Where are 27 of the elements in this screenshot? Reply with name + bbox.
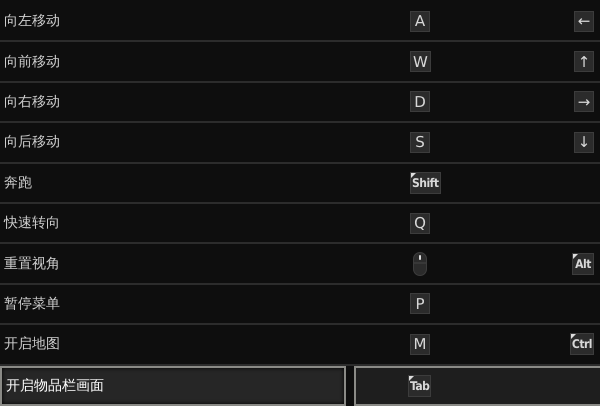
key-cap: A <box>410 10 430 32</box>
action-label[interactable]: 向左移动 <box>0 2 346 40</box>
action-label[interactable]: 快速转向 <box>0 204 346 242</box>
action-label[interactable]: 暂停菜单 <box>0 284 346 324</box>
action-label[interactable]: 重置视角 <box>0 244 346 283</box>
key-cap: ↓ <box>574 132 594 153</box>
key-cap: Alt <box>572 252 594 275</box>
key-cap: Shift <box>410 172 441 194</box>
key-cap: P <box>410 293 430 314</box>
action-label[interactable]: 向前移动 <box>0 42 346 81</box>
action-label[interactable]: 奔跑 <box>0 164 346 202</box>
key-cap: → <box>574 91 594 112</box>
key-cap: Q <box>410 212 430 234</box>
key-cap: S <box>410 132 430 153</box>
mouse-icon <box>413 252 427 276</box>
binding-slot[interactable]: Tab <box>354 366 600 406</box>
key-cap: D <box>410 91 430 112</box>
action-label[interactable]: 向后移动 <box>0 123 346 162</box>
key-cap: ← <box>574 10 594 32</box>
key-cap: W <box>410 51 431 72</box>
key-cap: Ctrl <box>570 333 594 356</box>
key-cap: Tab <box>408 374 432 397</box>
key-cap: M <box>410 334 430 355</box>
action-label[interactable]: 向右移动 <box>0 82 346 122</box>
key-cap: ↑ <box>574 51 594 72</box>
action-label[interactable]: 开启物品栏画面 <box>0 366 346 406</box>
action-label[interactable]: 开启地图 <box>0 325 346 364</box>
